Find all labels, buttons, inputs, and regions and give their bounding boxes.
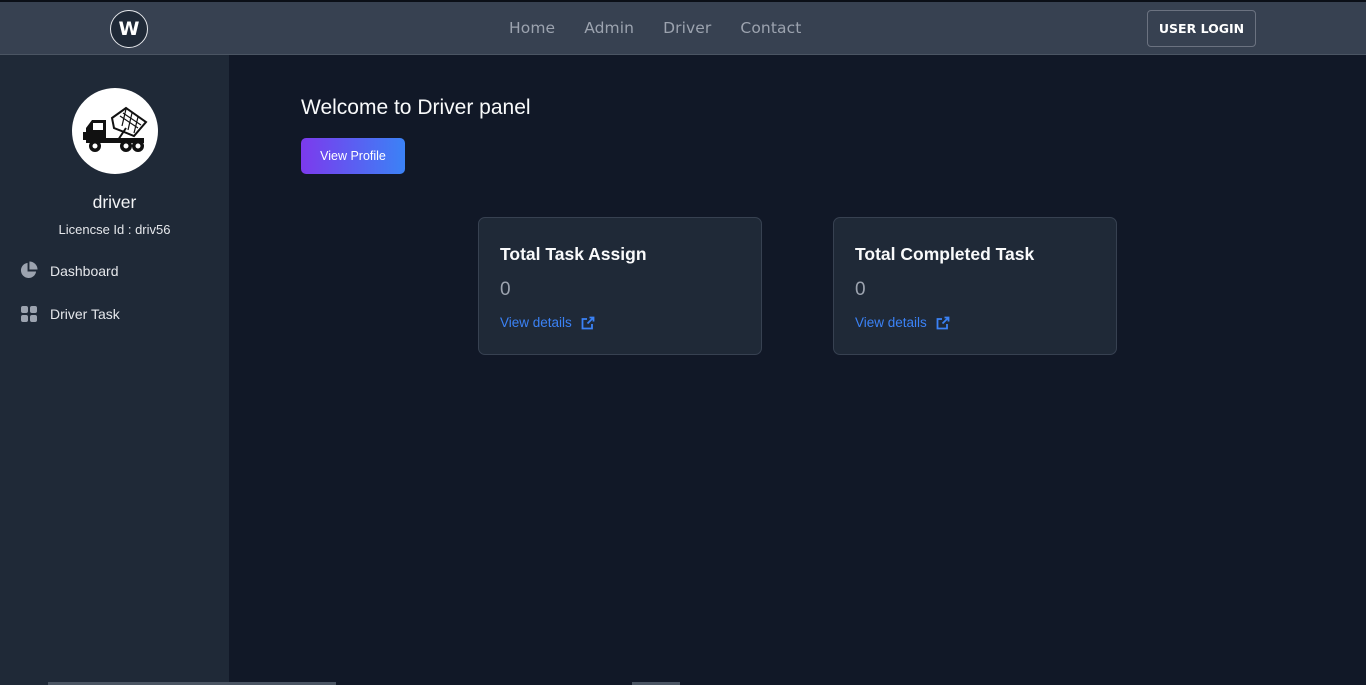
logo[interactable]: W [110,10,148,48]
sidebar-item-label: Dashboard [50,262,119,279]
grid-icon [19,304,38,323]
nav-admin-link[interactable]: Admin [584,19,634,37]
nav-contact-link[interactable]: Contact [740,19,801,37]
dump-truck-icon [83,106,148,152]
sidebar-item-dashboard[interactable]: Dashboard [19,261,119,280]
view-details-link[interactable]: View details [855,315,950,330]
external-link-icon [581,316,595,330]
page-title: Welcome to Driver panel [301,96,531,119]
user-login-button[interactable]: USER LOGIN [1147,10,1256,47]
licence-id: Licencse Id : driv56 [58,222,171,237]
main-nav: Home Admin Driver Contact [509,19,801,37]
nav-home-link[interactable]: Home [509,19,555,37]
link-label: View details [855,315,927,330]
link-label: View details [500,315,572,330]
sidebar-item-label: Driver Task [50,305,120,322]
card-title: Total Completed Task [855,244,1035,264]
nav-driver-link[interactable]: Driver [663,19,711,37]
sidebar: driver Licencse Id : driv56 Dashboard Dr… [0,55,229,685]
top-navbar: W Home Admin Driver Contact USER LOGIN [0,0,1366,55]
card-value: 0 [500,279,511,300]
view-details-link[interactable]: View details [500,315,595,330]
total-task-assign-card: Total Task Assign 0 View details [478,217,762,355]
card-value: 0 [855,279,866,300]
avatar [72,88,158,174]
total-completed-task-card: Total Completed Task 0 View details [833,217,1117,355]
pie-chart-icon [19,261,38,280]
external-link-icon [936,316,950,330]
card-title: Total Task Assign [500,244,647,264]
sidebar-item-driver-task[interactable]: Driver Task [19,304,120,323]
driver-name: driver [92,192,137,212]
view-profile-button[interactable]: View Profile [301,138,405,174]
